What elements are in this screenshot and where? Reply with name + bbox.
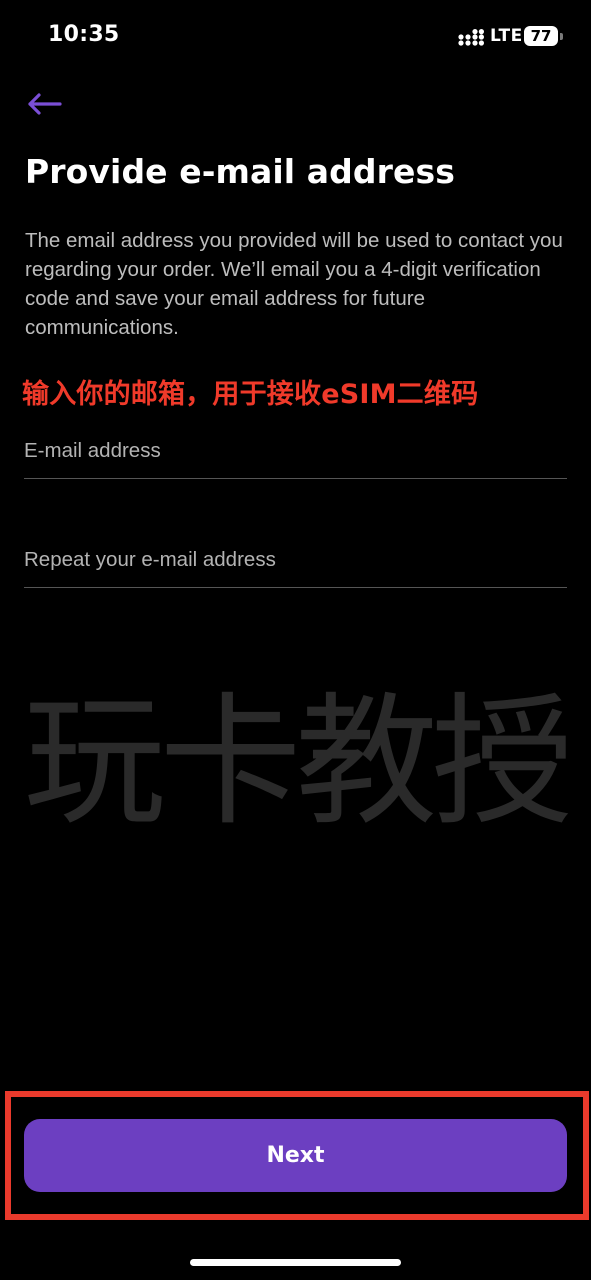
battery-cap — [560, 33, 563, 40]
email-field — [24, 428, 567, 479]
page-title: Provide e-mail address — [25, 152, 455, 191]
arrow-left-icon — [26, 92, 62, 120]
network-type: LTE — [490, 26, 523, 46]
repeat-email-field — [24, 537, 567, 588]
status-time: 10:35 — [48, 22, 120, 47]
signal-icon — [458, 29, 484, 47]
annotation-text: 输入你的邮箱，用于接收eSIM二维码 — [22, 379, 479, 410]
email-input[interactable] — [24, 428, 567, 474]
back-button[interactable] — [22, 86, 66, 126]
status-bar: 10:35 LTE 77 — [0, 0, 591, 76]
home-indicator — [190, 1259, 401, 1266]
battery-icon: 77 — [524, 26, 564, 48]
next-button[interactable]: Next — [24, 1119, 567, 1192]
repeat-email-input[interactable] — [24, 537, 567, 583]
watermark: 玩卡教授 — [23, 680, 574, 845]
page-description: The email address you provided will be u… — [25, 229, 563, 339]
battery-level: 77 — [524, 26, 558, 46]
